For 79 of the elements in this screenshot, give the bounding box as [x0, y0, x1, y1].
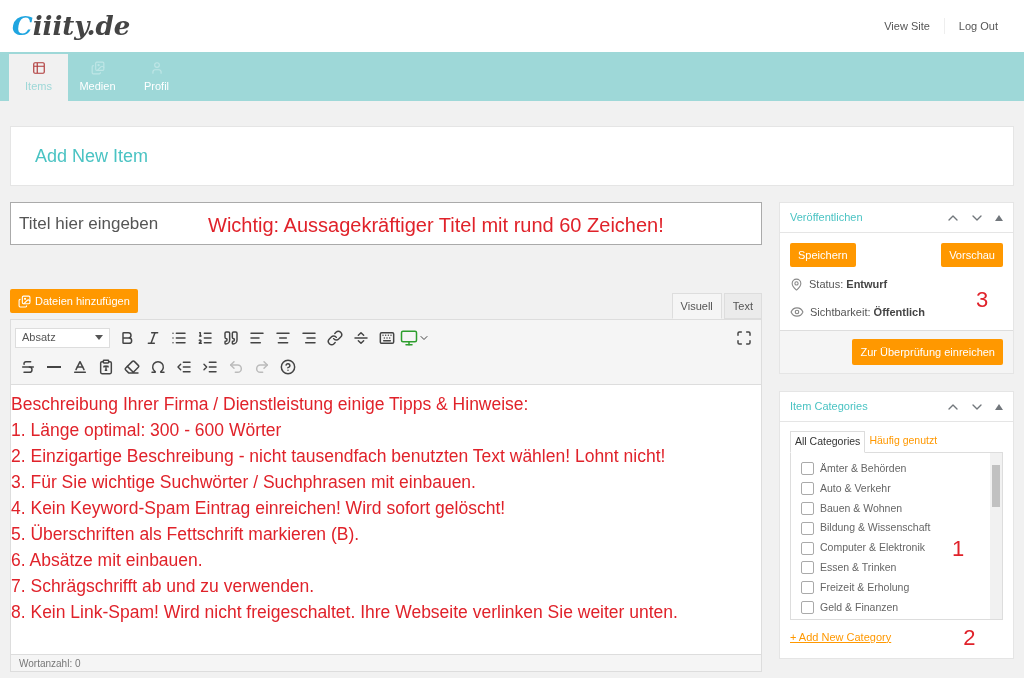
annotation-number: 1 — [952, 535, 965, 563]
editor-tab[interactable]: Text — [723, 293, 762, 319]
editor-text-line: 8. Kein Link-Spam! Wird nicht freigeschaltet. Ihre Webseite verlinken Sie weiter unten. — [11, 601, 679, 624]
visibility-text: Sichtbarkeit: Öffentlich — [810, 304, 925, 320]
category-checkbox[interactable] — [801, 521, 814, 535]
collapse-icon[interactable] — [995, 403, 1003, 410]
pin-icon — [790, 277, 803, 291]
category-tab[interactable]: Häufig genutzt — [865, 430, 942, 452]
category-label: Freizeit & Erholung — [820, 579, 910, 595]
editor-text-line: 2. Einzigartige Beschreibung - nicht tausendfach benutzten Text wählen! Lohnt nicht! — [11, 445, 667, 468]
editor-text-line: 3. Für Sie wichtige Suchwörter / Suchphrasen mit einbauen. — [11, 471, 477, 494]
scrollbar[interactable] — [990, 453, 1002, 619]
submit-button[interactable]: Zur Überprüfung einreichen — [852, 339, 1003, 365]
category-label: Geld & Finanzen — [820, 599, 899, 615]
user-icon — [149, 60, 164, 75]
category-checkbox[interactable] — [801, 462, 814, 476]
preview-button[interactable]: Vorschau — [941, 243, 1003, 267]
add-category-link[interactable]: + Add New Category — [790, 628, 892, 646]
status-text: Status: Entwurf — [809, 276, 888, 292]
images-icon — [90, 60, 105, 75]
editor-text-line: 6. Absätze mit einbauen. — [11, 549, 204, 572]
paste-text-icon — [98, 358, 114, 375]
category-tab[interactable]: All Categories — [790, 431, 866, 453]
panel-title: Veröffentlichen — [790, 210, 864, 226]
header-link[interactable]: Log Out — [943, 17, 1012, 35]
category-label: Essen & Trinken — [820, 560, 897, 575]
italic-icon — [145, 329, 161, 346]
page-title: Add New Item — [35, 144, 149, 168]
annotation-number: 3 — [976, 286, 989, 314]
caret-icon — [95, 335, 103, 340]
editor-text-line: Beschreibung Ihrer Firma / Dienstleistung einige Tipps & Hinweise: — [11, 393, 530, 416]
bold-icon — [119, 329, 135, 346]
nav-tab[interactable]: Medien — [68, 54, 127, 101]
collapse-icon[interactable] — [995, 214, 1003, 221]
table-icon — [31, 60, 46, 75]
save-button[interactable]: Speichern — [790, 243, 856, 267]
keyboard-icon — [379, 329, 395, 346]
horizontal-line-icon — [47, 365, 61, 368]
annotation-text: Wichtig: Aussagekräftiger Titel mit rund 60 Zeichen! — [208, 213, 664, 238]
images-icon — [18, 294, 31, 308]
category-checkbox[interactable] — [801, 581, 814, 595]
omega-icon — [150, 358, 166, 375]
category-label: Bildung & Wissenschaft — [820, 520, 931, 536]
category-label: Auto & Verkehr — [820, 480, 891, 496]
add-media-button[interactable]: Dateien hinzufügen — [10, 289, 138, 313]
editor-tab[interactable]: Visuell — [671, 293, 722, 319]
category-checkbox[interactable] — [801, 600, 814, 614]
category-checkbox[interactable] — [801, 541, 814, 555]
numbered-list-icon — [197, 329, 213, 346]
header-link[interactable]: View Site — [870, 17, 944, 35]
category-checkbox[interactable] — [801, 482, 814, 496]
eye-icon — [790, 305, 804, 319]
editor-text-line: 1. Länge optimal: 300 - 600 Wörter — [11, 419, 283, 442]
category-label: Bauen & Wohnen — [820, 500, 903, 516]
annotation-number: 2 — [963, 623, 976, 652]
eraser-icon — [124, 358, 140, 375]
category-label: Ämter & Behörden — [820, 461, 907, 476]
format-select[interactable]: Absatz — [15, 327, 110, 348]
undo-icon — [228, 358, 244, 375]
help-icon — [280, 358, 296, 375]
nav-tab[interactable]: Profil — [127, 54, 186, 101]
editor-text-line: 5. Überschriften als Fettschrift markieren (B). — [11, 523, 361, 546]
nav-tab[interactable]: Items — [9, 54, 68, 101]
quote-icon — [223, 329, 239, 346]
category-checkbox[interactable] — [801, 561, 814, 575]
category-label: Computer & Elektronik — [820, 540, 926, 556]
monitor-icon — [400, 328, 418, 347]
panel-title: Item Categories — [790, 399, 869, 415]
fullscreen-icon — [736, 329, 752, 346]
redo-icon — [254, 358, 270, 375]
link-icon — [327, 329, 343, 346]
read-more-icon — [353, 329, 369, 346]
site-logo[interactable]: Ciiity.de — [12, 6, 871, 46]
category-checkbox[interactable] — [801, 502, 814, 515]
editor-text-line: 7. Schrägschrifft ab und zu verwenden. — [11, 575, 316, 598]
editor-text-line: 4. Kein Keyword-Spam Eintrag einreichen! Wird sofort gelöscht! — [11, 497, 507, 520]
text-color-icon — [72, 358, 88, 375]
strikethrough-icon — [20, 358, 36, 375]
word-count: Wortanzahl: 0 — [19, 656, 81, 671]
